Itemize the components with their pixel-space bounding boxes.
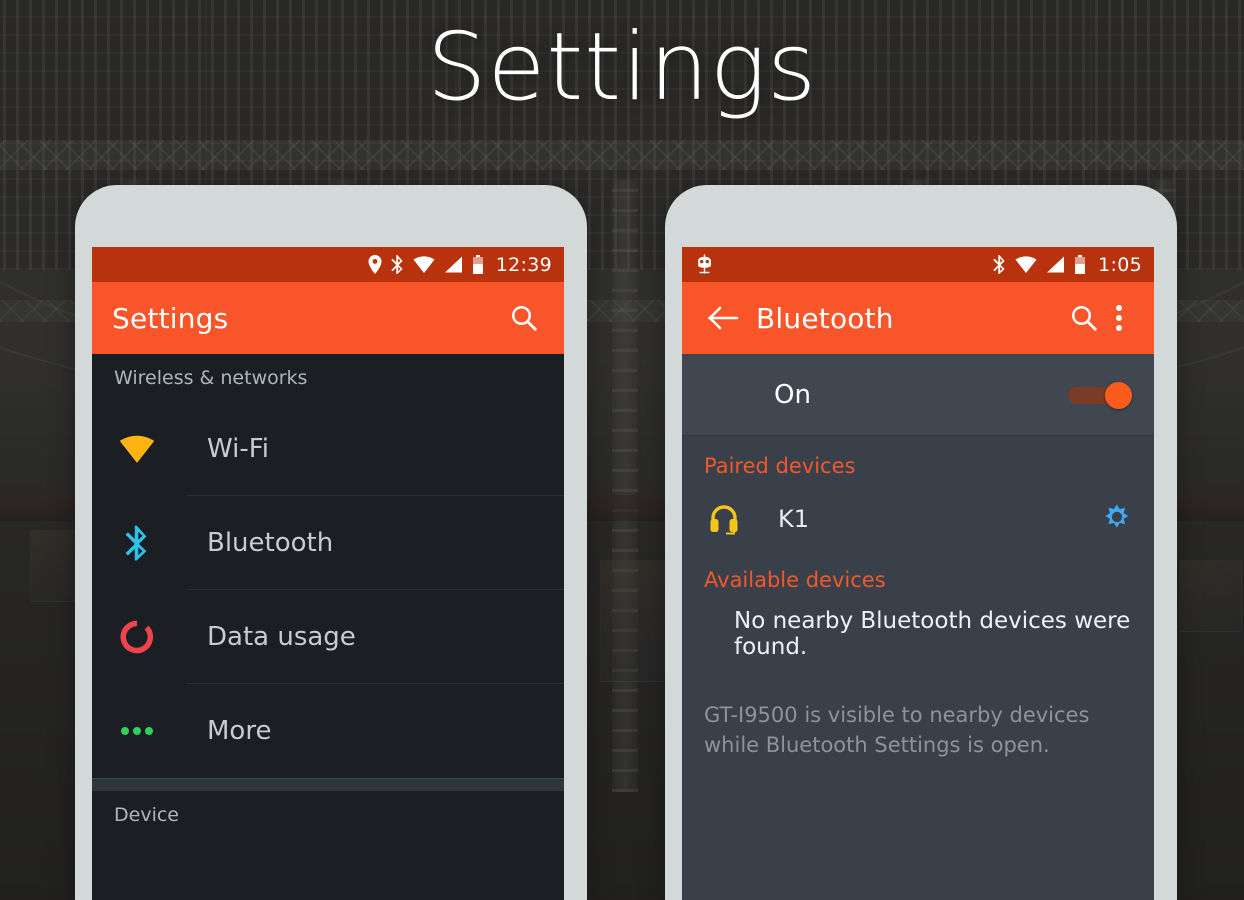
paired-devices-header: Paired devices — [704, 454, 856, 478]
data-usage-icon — [114, 620, 160, 654]
signal-icon — [444, 256, 462, 273]
battery-icon — [472, 255, 483, 274]
screenshot-stage: Settings 12:39 Settings Wireless & netwo… — [0, 0, 1244, 900]
app-bar-title: Bluetooth — [756, 301, 894, 335]
visibility-note: GT-I9500 is visible to nearby devices wh… — [704, 703, 1090, 757]
status-bar-system-icons-right: 1:05 — [993, 254, 1142, 276]
battery-icon — [1075, 255, 1086, 274]
bluetooth-screen: 1:05 Bluetooth On Paired devices K1 Avai… — [682, 247, 1154, 900]
settings-row-bluetooth[interactable]: Bluetooth — [92, 496, 564, 590]
status-bar-clock-left: 12:39 — [495, 253, 552, 276]
settings-row-label: Data usage — [207, 622, 356, 652]
search-icon — [512, 306, 537, 331]
app-bar-title: Settings — [112, 301, 229, 335]
no-devices-message: No nearby Bluetooth devices were found. — [734, 608, 1131, 660]
more-icon — [114, 725, 160, 737]
bluetooth-toggle-row[interactable]: On — [682, 354, 1154, 436]
gear-icon — [1105, 503, 1129, 528]
settings-row-more[interactable]: More — [92, 684, 564, 778]
settings-row-data-usage[interactable]: Data usage — [92, 590, 564, 684]
section-header-wireless: Wireless & networks — [114, 367, 308, 389]
paired-device-name: K1 — [778, 505, 810, 533]
paired-device-row[interactable]: K1 — [682, 488, 1154, 550]
search-button-left[interactable] — [504, 298, 544, 338]
wifi-icon — [114, 435, 160, 463]
settings-row-label: Bluetooth — [207, 528, 334, 558]
search-icon — [1072, 306, 1097, 331]
page-title: Settings — [426, 13, 818, 122]
headset-icon — [702, 503, 746, 535]
wifi-icon — [1015, 256, 1037, 273]
signal-icon — [1047, 256, 1065, 273]
app-bar-bluetooth: Bluetooth — [682, 282, 1154, 354]
settings-row-label: Wi-Fi — [207, 434, 270, 464]
bluetooth-toggle-switch[interactable] — [1068, 381, 1132, 409]
status-bar-left: 12:39 — [92, 247, 564, 282]
status-bar-clock-right: 1:05 — [1098, 253, 1142, 276]
back-arrow-icon — [708, 306, 739, 330]
wifi-icon — [413, 256, 435, 273]
bluetooth-icon — [114, 525, 160, 561]
device-settings-button[interactable] — [1100, 500, 1134, 539]
phone-mockup-right: 1:05 Bluetooth On Paired devices K1 Avai… — [665, 185, 1177, 900]
bluetooth-toggle-label: On — [774, 379, 811, 410]
app-bar-settings: Settings — [92, 282, 564, 354]
bluetooth-icon — [391, 255, 403, 274]
section-separator — [92, 778, 564, 791]
settings-row-label: More — [207, 716, 272, 746]
overflow-menu-button[interactable] — [1104, 298, 1134, 338]
settings-row-wifi[interactable]: Wi-Fi — [92, 402, 564, 496]
overflow-menu-icon — [1116, 305, 1122, 331]
search-button-right[interactable] — [1064, 298, 1104, 338]
status-bar-notifications-right — [694, 254, 715, 275]
toggle-knob — [1105, 381, 1132, 409]
settings-screen: 12:39 Settings Wireless & networks Wi-Fi… — [92, 247, 564, 900]
phone-mockup-left: 12:39 Settings Wireless & networks Wi-Fi… — [75, 185, 587, 900]
location-pin-icon — [368, 255, 382, 274]
back-button[interactable] — [702, 298, 744, 338]
bluetooth-icon — [993, 255, 1005, 274]
available-devices-header: Available devices — [704, 568, 886, 592]
status-bar-system-icons-left: 12:39 — [368, 254, 552, 276]
status-bar-right: 1:05 — [682, 247, 1154, 282]
section-header-device: Device — [114, 804, 179, 826]
cyanogenmod-icon — [698, 254, 711, 274]
